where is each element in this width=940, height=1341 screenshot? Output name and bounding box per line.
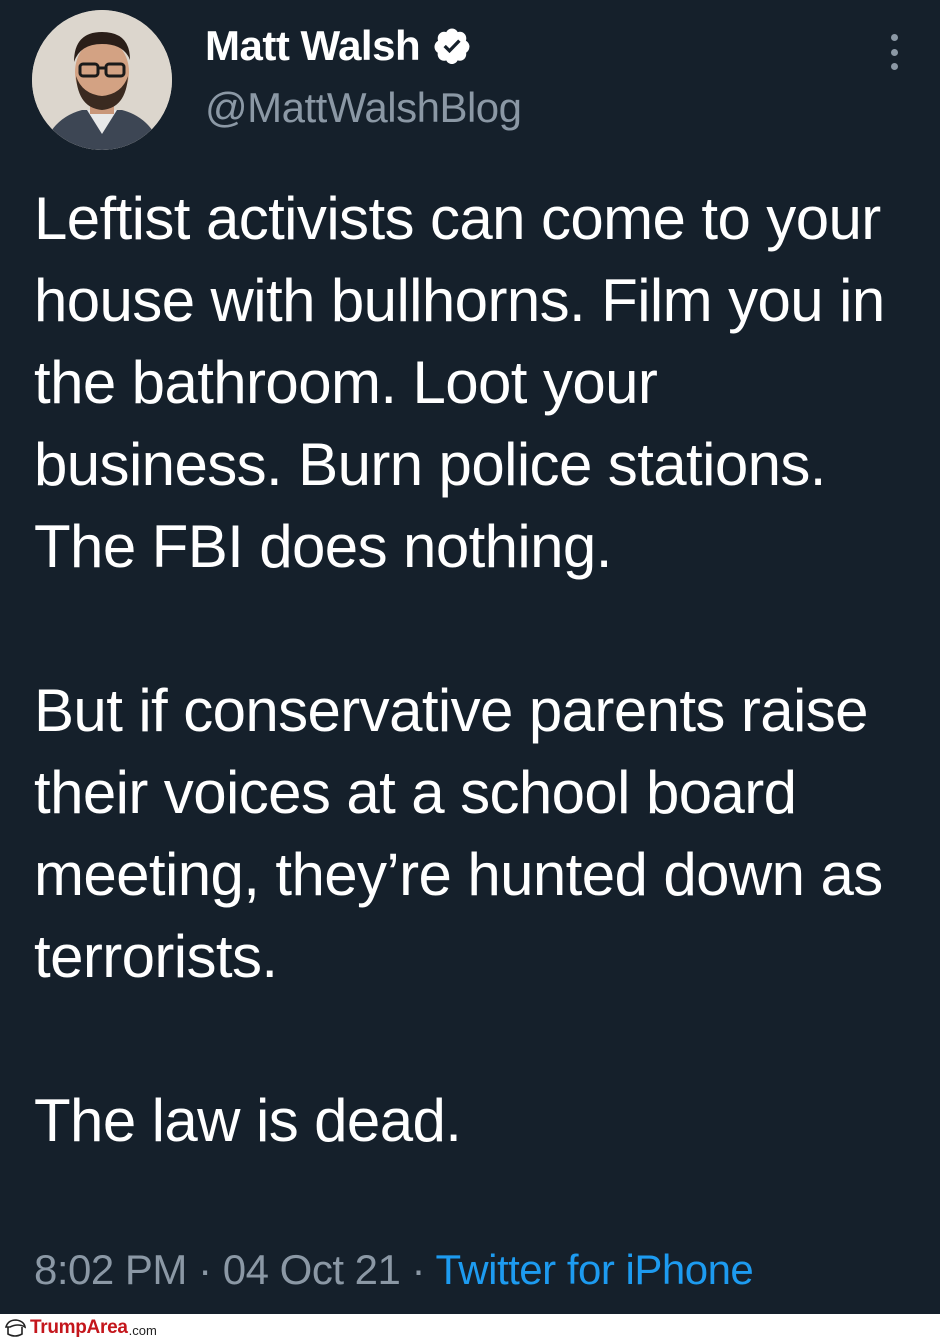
avatar[interactable] (32, 10, 172, 150)
tweet-paragraph: Leftist activists can come to your house… (34, 185, 885, 580)
tweet-metadata: 8:02 PM · 04 Oct 21 · Twitter for iPhone (34, 1246, 754, 1294)
author-name-row[interactable]: Matt Walsh (205, 18, 472, 74)
trump-hair-icon (4, 1319, 26, 1337)
tweet-time[interactable]: 8:02 PM (34, 1246, 187, 1293)
watermark-bar: TrumpArea .com (0, 1314, 940, 1341)
verified-badge-icon (434, 28, 470, 64)
tweet-date[interactable]: 04 Oct 21 (223, 1246, 401, 1293)
more-dot (890, 63, 898, 70)
paragraph-spacer (34, 588, 914, 670)
watermark-logo: TrumpArea .com (4, 1317, 157, 1339)
tweet-paragraph: The law is dead. (34, 1087, 462, 1154)
display-name[interactable]: Matt Walsh (205, 22, 421, 70)
avatar-image (32, 10, 172, 150)
tweet-source-link[interactable]: Twitter for iPhone (435, 1246, 753, 1293)
tweet-paragraph: But if conservative parents raise their … (34, 677, 883, 990)
tweet-text: Leftist activists can come to your house… (34, 178, 914, 1162)
user-handle[interactable]: @MattWalshBlog (205, 84, 522, 132)
watermark-tld: .com (128, 1322, 157, 1338)
more-options-icon[interactable] (888, 34, 900, 70)
meta-separator: · (198, 1246, 212, 1293)
meta-separator: · (411, 1246, 426, 1293)
paragraph-spacer (34, 998, 914, 1080)
watermark-brand: TrumpArea (30, 1317, 128, 1338)
more-dot (890, 48, 898, 56)
tweet-card: Matt Walsh @MattWalshBlog Leftist activi… (0, 0, 940, 1314)
more-dot (890, 34, 898, 41)
